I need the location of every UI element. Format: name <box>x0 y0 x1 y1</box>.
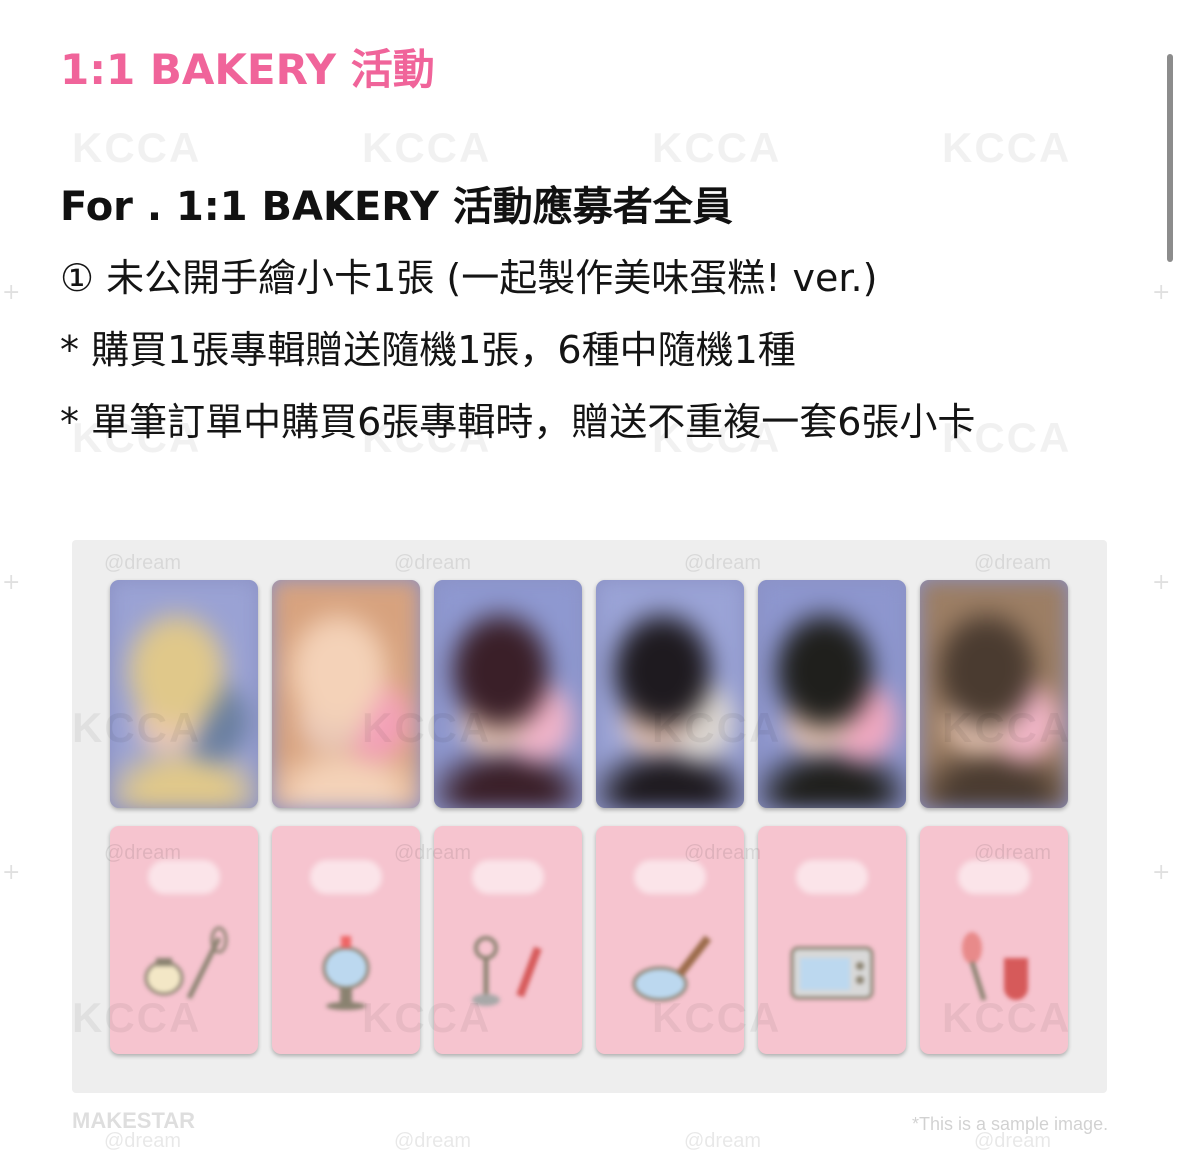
sparkle-icon: + <box>1152 280 1171 305</box>
bullet-1: ① 未公開手繪小卡1張 (一起製作美味蛋糕! ver.) <box>60 256 878 300</box>
event-description: For . 1:1 BAKERY 活動應募者全員 ① 未公開手繪小卡1張 (一起… <box>60 180 1110 458</box>
card-back-tools-icon <box>458 918 558 1014</box>
photocard-image <box>920 580 1068 808</box>
sample-image-note: *This is a sample image. <box>912 1114 1109 1134</box>
photocard-1 <box>110 580 258 808</box>
card-back-oven-icon <box>782 918 882 1014</box>
watermark-logo: KCCA <box>652 124 782 171</box>
cloud-logo-icon <box>310 860 382 894</box>
photocard-image <box>272 580 420 808</box>
photocard-back-row <box>110 826 1068 1054</box>
sparkle-icon: + <box>2 280 21 305</box>
cloud-logo-icon <box>796 860 868 894</box>
photocard-image <box>434 580 582 808</box>
photocard-back <box>434 826 582 1054</box>
sparkle-icon: + <box>1152 860 1171 885</box>
watermark-handle: @dream <box>684 1130 761 1152</box>
photocard-4 <box>596 580 744 808</box>
photocard-5 <box>758 580 906 808</box>
scrollbar[interactable] <box>1167 54 1173 262</box>
headline: For . 1:1 BAKERY 活動應募者全員 <box>60 184 733 230</box>
bullet-3: * 單筆訂單中購買6張專輯時，贈送不重複一套6張小卡 <box>60 400 976 444</box>
sparkle-icon: + <box>1152 570 1171 595</box>
cloud-logo-icon <box>148 860 220 894</box>
photocard-back <box>758 826 906 1054</box>
card-back-bowl-spoon-icon <box>620 918 720 1014</box>
watermark-logo: KCCA <box>942 124 1072 171</box>
photocard-back <box>110 826 258 1054</box>
photocard-sample-panel <box>72 540 1107 1093</box>
photocard-back <box>596 826 744 1054</box>
photocard-3 <box>434 580 582 808</box>
cloud-logo-icon <box>472 860 544 894</box>
photocard-front-row <box>110 580 1068 808</box>
watermark-logo: KCCA <box>72 124 202 171</box>
bullet-2: * 購買1張專輯贈送隨機1張，6種中隨機1種 <box>60 328 796 372</box>
cloud-logo-icon <box>634 860 706 894</box>
photocard-image <box>596 580 744 808</box>
page-title: 1:1 BAKERY 活動 <box>60 45 435 94</box>
photocard-back <box>920 826 1068 1054</box>
card-back-spatula-mitten-icon <box>944 918 1044 1014</box>
card-back-teapot-whisk-icon <box>134 918 234 1014</box>
watermark-handle: @dream <box>394 1130 471 1152</box>
sparkle-icon: + <box>2 860 21 885</box>
makestar-logo: MAKESTAR <box>72 1108 196 1133</box>
photocard-image <box>758 580 906 808</box>
photocard-image <box>110 580 258 808</box>
photocard-back <box>272 826 420 1054</box>
sparkle-icon: + <box>2 570 21 595</box>
card-back-cake-stand-icon <box>296 918 396 1014</box>
photocard-2 <box>272 580 420 808</box>
watermark-logo: KCCA <box>362 124 492 171</box>
cloud-logo-icon <box>958 860 1030 894</box>
photocard-6 <box>920 580 1068 808</box>
